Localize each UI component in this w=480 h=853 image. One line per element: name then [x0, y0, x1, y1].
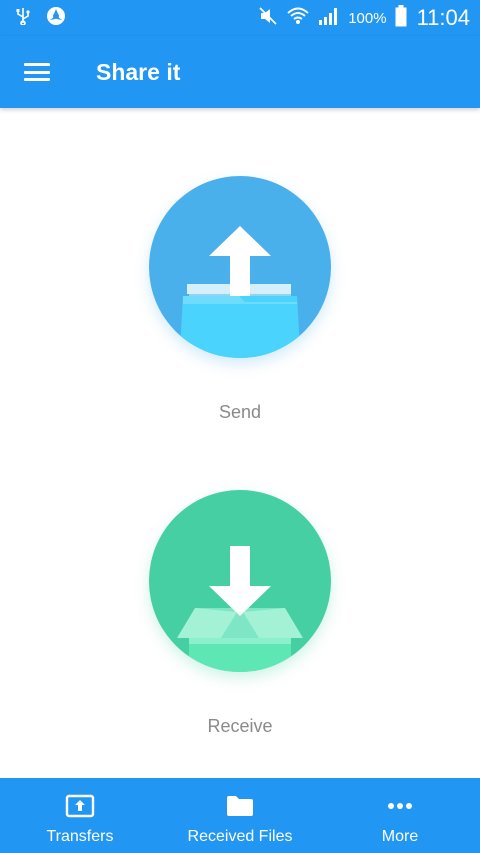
- nav-received-files[interactable]: Received Files: [160, 778, 320, 846]
- app-bar: Share it: [0, 36, 480, 108]
- screen: 100% 11:04 Share it Send Receive Transfe…: [0, 0, 480, 853]
- send-action: Send: [0, 176, 480, 423]
- bottom-nav: Transfers Received Files More: [0, 778, 480, 853]
- receive-action: Receive: [0, 490, 480, 737]
- download-box-icon: [177, 546, 303, 672]
- nav-transfers-label: Transfers: [46, 828, 114, 845]
- battery-icon: [395, 4, 407, 32]
- transfers-icon: [65, 794, 95, 818]
- folder-icon: [225, 794, 255, 818]
- receive-button[interactable]: [149, 490, 331, 672]
- mute-icon: [258, 6, 278, 30]
- nav-more-label: More: [381, 828, 419, 845]
- shield-icon: [46, 6, 66, 31]
- usb-icon: [16, 7, 30, 30]
- status-time: 11:04: [416, 5, 470, 30]
- menu-icon[interactable]: [24, 63, 50, 81]
- wifi-icon: [286, 6, 310, 31]
- more-dots-icon: [385, 794, 415, 818]
- status-right: 100% 11:04: [250, 4, 470, 32]
- nav-received-files-label: Received Files: [187, 828, 293, 845]
- receive-label: Receive: [207, 716, 273, 736]
- status-bar: 100% 11:04: [0, 0, 480, 36]
- send-button[interactable]: [149, 176, 331, 358]
- nav-more[interactable]: More: [320, 778, 480, 846]
- battery-percent: 100%: [348, 9, 387, 27]
- upload-folder-icon: [179, 226, 301, 358]
- status-left: [16, 6, 82, 31]
- nav-transfers[interactable]: Transfers: [0, 778, 160, 846]
- send-label: Send: [218, 402, 262, 422]
- page-title: Share it: [96, 58, 181, 85]
- signal-icon: [318, 7, 340, 30]
